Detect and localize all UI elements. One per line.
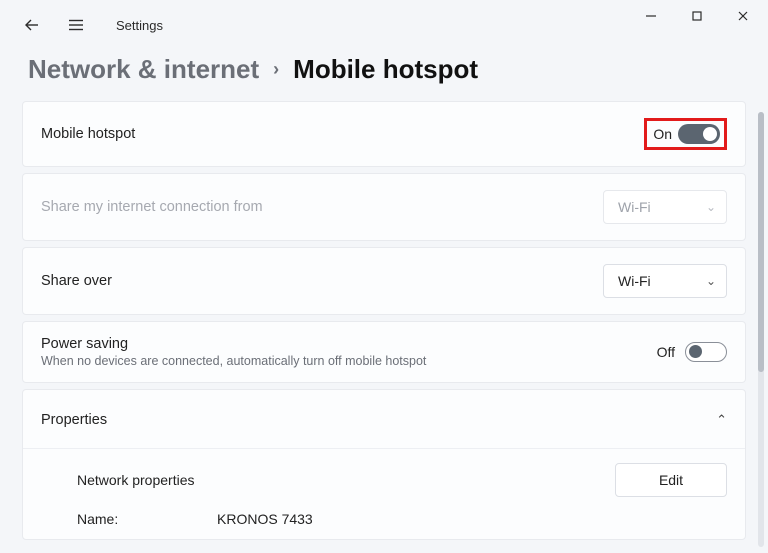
- network-properties-label: Network properties: [41, 472, 195, 488]
- properties-header[interactable]: Properties ⌃: [23, 390, 745, 449]
- toggle-knob: [689, 345, 702, 358]
- breadcrumb-parent[interactable]: Network & internet: [28, 54, 259, 85]
- scrollbar[interactable]: [758, 112, 764, 547]
- breadcrumb: Network & internet › Mobile hotspot: [0, 36, 768, 101]
- chevron-right-icon: ›: [273, 59, 279, 80]
- network-properties-row: Network properties Edit: [41, 463, 727, 497]
- window-close-button[interactable]: [720, 1, 766, 31]
- hotspot-toggle-state: On: [653, 126, 672, 142]
- row-power-saving-sublabel: When no devices are connected, automatic…: [41, 354, 426, 368]
- power-saving-toggle[interactable]: [685, 342, 727, 362]
- toggle-knob: [703, 127, 717, 141]
- property-name-value: KRONOS 7433: [217, 511, 313, 527]
- properties-body: Network properties Edit Name: KRONOS 743…: [23, 449, 745, 539]
- row-share-from: Share my internet connection from Wi-Fi …: [22, 173, 746, 241]
- app-title: Settings: [116, 18, 163, 33]
- property-name-row: Name: KRONOS 7433: [41, 511, 727, 527]
- row-mobile-hotspot-label: Mobile hotspot: [41, 126, 135, 142]
- share-from-value: Wi-Fi: [618, 199, 651, 215]
- chevron-down-icon: ⌄: [706, 200, 716, 214]
- content-area: Mobile hotspot On Share my internet conn…: [0, 101, 768, 540]
- row-mobile-hotspot: Mobile hotspot On: [22, 101, 746, 167]
- highlight-box: On: [644, 118, 727, 150]
- row-share-over-label: Share over: [41, 273, 112, 289]
- edit-button[interactable]: Edit: [615, 463, 727, 497]
- back-button[interactable]: [20, 13, 44, 37]
- property-name-key: Name:: [77, 511, 217, 527]
- menu-button[interactable]: [64, 13, 88, 37]
- hotspot-toggle[interactable]: [678, 124, 720, 144]
- power-saving-toggle-state: Off: [657, 344, 675, 360]
- row-power-saving: Power saving When no devices are connect…: [22, 321, 746, 383]
- window-maximize-button[interactable]: [674, 1, 720, 31]
- share-from-select: Wi-Fi ⌄: [603, 190, 727, 224]
- scrollbar-thumb[interactable]: [758, 112, 764, 372]
- row-power-saving-label: Power saving: [41, 336, 426, 352]
- chevron-down-icon: ⌄: [706, 274, 716, 288]
- properties-title: Properties: [41, 412, 107, 428]
- row-share-from-label: Share my internet connection from: [41, 199, 263, 215]
- row-share-over: Share over Wi-Fi ⌄: [22, 247, 746, 315]
- share-over-select[interactable]: Wi-Fi ⌄: [603, 264, 727, 298]
- window-minimize-button[interactable]: [628, 1, 674, 31]
- share-over-value: Wi-Fi: [618, 273, 651, 289]
- properties-card: Properties ⌃ Network properties Edit Nam…: [22, 389, 746, 540]
- breadcrumb-current: Mobile hotspot: [293, 54, 478, 85]
- chevron-up-icon: ⌃: [716, 412, 727, 428]
- edit-button-label: Edit: [659, 472, 683, 488]
